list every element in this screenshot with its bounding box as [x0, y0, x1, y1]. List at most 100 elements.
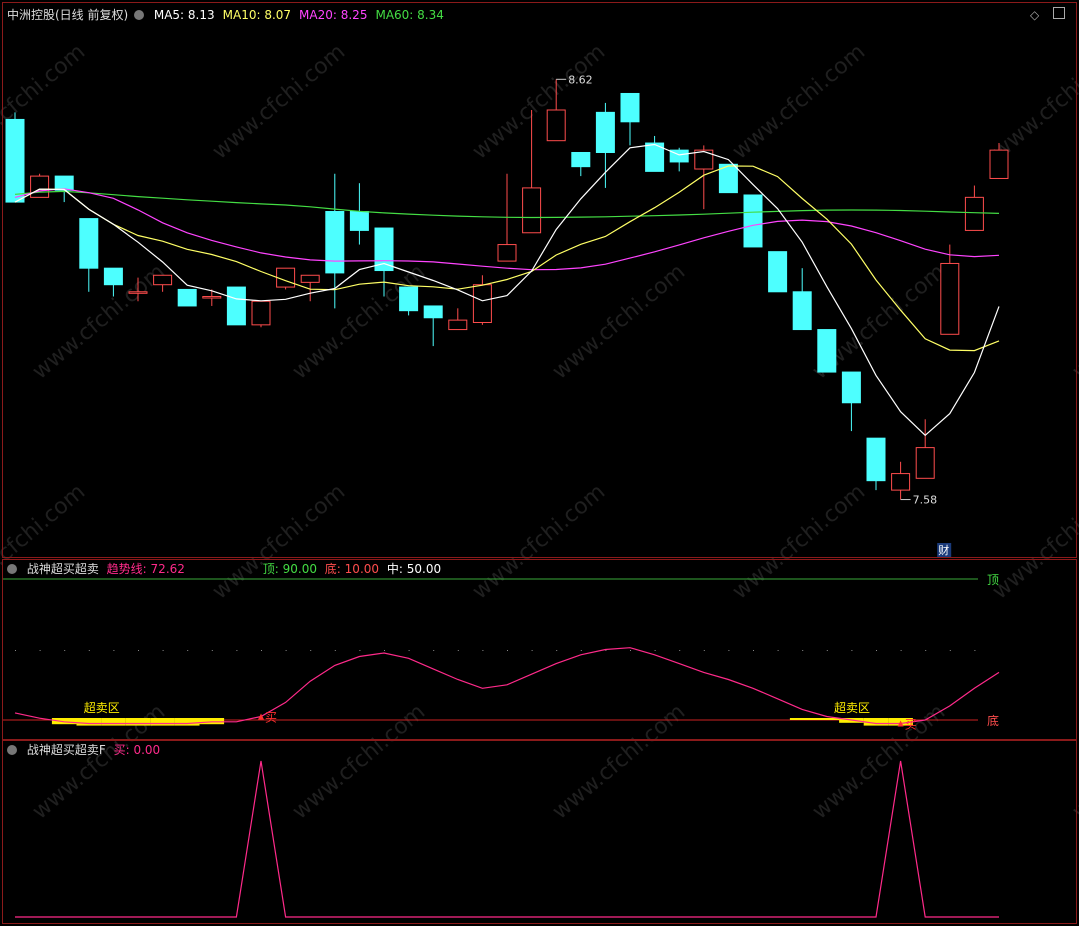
oscillator-header: 战神超买超卖 趋势线: 72.62 顶: 90.00 底: 10.00 中: 5… — [7, 561, 447, 577]
mid-dot — [605, 650, 607, 651]
candle-up — [448, 319, 468, 331]
candle-down — [374, 227, 394, 272]
candle-up — [251, 300, 271, 326]
buy-value: 0.00 — [133, 743, 161, 757]
top-edge-label: 顶 — [987, 573, 999, 587]
signal-name: 战神超买超卖F — [26, 743, 106, 757]
candle-down — [79, 218, 99, 269]
mid-dot — [580, 650, 582, 651]
candle-down — [595, 111, 615, 153]
candle-up — [891, 473, 911, 491]
mid-dot — [728, 650, 730, 651]
mid-dot — [482, 650, 484, 651]
candlestick-chart[interactable]: 8.62 7.58 财 — [3, 3, 1076, 557]
candle-up — [522, 187, 542, 234]
price-panel[interactable]: 8.62 7.58 财 中洲控股(日线 前复权) MA5: 8.13 MA10: 8.… — [2, 2, 1077, 558]
bottom-label: 底: — [324, 562, 341, 576]
candle-up — [276, 267, 296, 288]
indicator-panel-oscillator[interactable]: 顶底超卖区 超卖区买买 战神超买超卖 趋势线: 72.62 顶: 90.00 底:… — [2, 559, 1077, 740]
oversold-bar — [76, 718, 102, 726]
collapse-icon[interactable] — [134, 10, 145, 20]
mid-dot — [113, 650, 115, 651]
candle-down — [571, 151, 591, 168]
mid-dot — [753, 650, 754, 651]
mid-dot — [679, 650, 681, 651]
price-panel-header: 中洲控股(日线 前复权) MA5: 8.13 MA10: 8.07 MA20: 8.… — [7, 7, 458, 23]
mid-dot — [974, 650, 976, 651]
candle-down — [399, 286, 419, 312]
buy-signal-line — [15, 760, 999, 918]
collapse-icon[interactable] — [7, 564, 17, 574]
mid-dot — [507, 650, 508, 651]
candle-down — [792, 291, 812, 331]
mid-dot — [457, 650, 459, 651]
mid-dot — [654, 650, 656, 651]
mid-dot — [777, 650, 779, 651]
ma-legend-item: MA60: 8.34 — [375, 8, 444, 22]
candle-up — [153, 274, 173, 286]
candle-up — [964, 196, 984, 231]
oversold-bar — [174, 718, 200, 726]
candle-up — [300, 274, 320, 283]
oversold-bar — [101, 718, 126, 726]
candle-down — [177, 288, 197, 307]
oversold-bar — [125, 718, 151, 726]
mid-dot — [876, 650, 877, 651]
candle-down — [54, 175, 74, 191]
mid-dot — [900, 650, 902, 651]
bottom-value: 10.00 — [344, 562, 380, 576]
signal-chart[interactable] — [3, 741, 1076, 923]
mid-value: 50.00 — [406, 562, 442, 576]
mid-dot — [433, 650, 435, 651]
mid-dot — [826, 650, 828, 651]
diamond-icon[interactable]: ◇ — [1030, 8, 1039, 22]
candle-up — [30, 175, 50, 198]
mid-dot — [334, 650, 336, 651]
buy-label: 买: — [113, 743, 130, 757]
oscillator-chart[interactable]: 顶底超卖区 超卖区买买 — [3, 560, 1076, 739]
indicator-name: 战神超买超卖 — [26, 562, 99, 576]
mid-label: 中: — [386, 562, 403, 576]
ma-legend: MA5: 8.13 MA10: 8.07 MA20: 8.25 MA60: 8.34 — [154, 8, 452, 22]
signal-header: 战神超买超卖F 买: 0.00 — [7, 742, 166, 758]
mid-dot — [359, 650, 361, 651]
mid-dot — [925, 650, 927, 651]
mid-dot — [408, 650, 410, 651]
collapse-icon[interactable] — [7, 745, 17, 755]
trend-label: 趋势线: — [106, 562, 147, 576]
mid-dot — [64, 650, 66, 651]
candle-down — [768, 251, 788, 293]
mid-dot — [802, 650, 804, 651]
trend-value: 72.62 — [150, 562, 185, 576]
mid-dot — [211, 650, 213, 651]
indicator-panel-signal[interactable]: 战神超买超卖F 买: 0.00 — [2, 740, 1077, 924]
stock-title: 中洲控股(日线 前复权) — [7, 8, 129, 22]
high-price-label: 8.62 — [568, 73, 593, 86]
maximize-icon[interactable] — [1053, 7, 1065, 19]
oversold-zone-label: 超卖区 — [834, 700, 870, 715]
mid-dot — [310, 650, 312, 651]
candle-down — [349, 211, 369, 231]
mid-dot — [285, 650, 287, 651]
candle-up — [497, 244, 517, 262]
buy-signal-label: 买 — [905, 718, 917, 732]
ma-legend-item: MA5: 8.13 — [153, 8, 215, 22]
mid-dot — [630, 650, 631, 651]
mid-dot — [949, 650, 951, 651]
candle-down — [226, 286, 246, 326]
mid-dot — [187, 650, 189, 651]
candle-up — [546, 109, 566, 142]
candle-up — [940, 262, 960, 335]
buy-signal-label: 买 — [265, 710, 277, 724]
oversold-bar — [150, 718, 175, 726]
mid-dot — [703, 650, 705, 651]
candle-down — [866, 437, 886, 482]
mid-dot — [15, 650, 16, 651]
candle-up — [989, 149, 1009, 179]
ma-legend-item: MA20: 8.25 — [299, 8, 368, 22]
stock-chart-window: www.cfchi.com www.cfchi.com www.cfchi.com w… — [0, 0, 1079, 926]
candle-down — [817, 329, 837, 373]
candle-down — [620, 92, 640, 123]
mid-dot — [384, 650, 385, 651]
ma-legend-item: MA10: 8.07 — [222, 8, 292, 22]
